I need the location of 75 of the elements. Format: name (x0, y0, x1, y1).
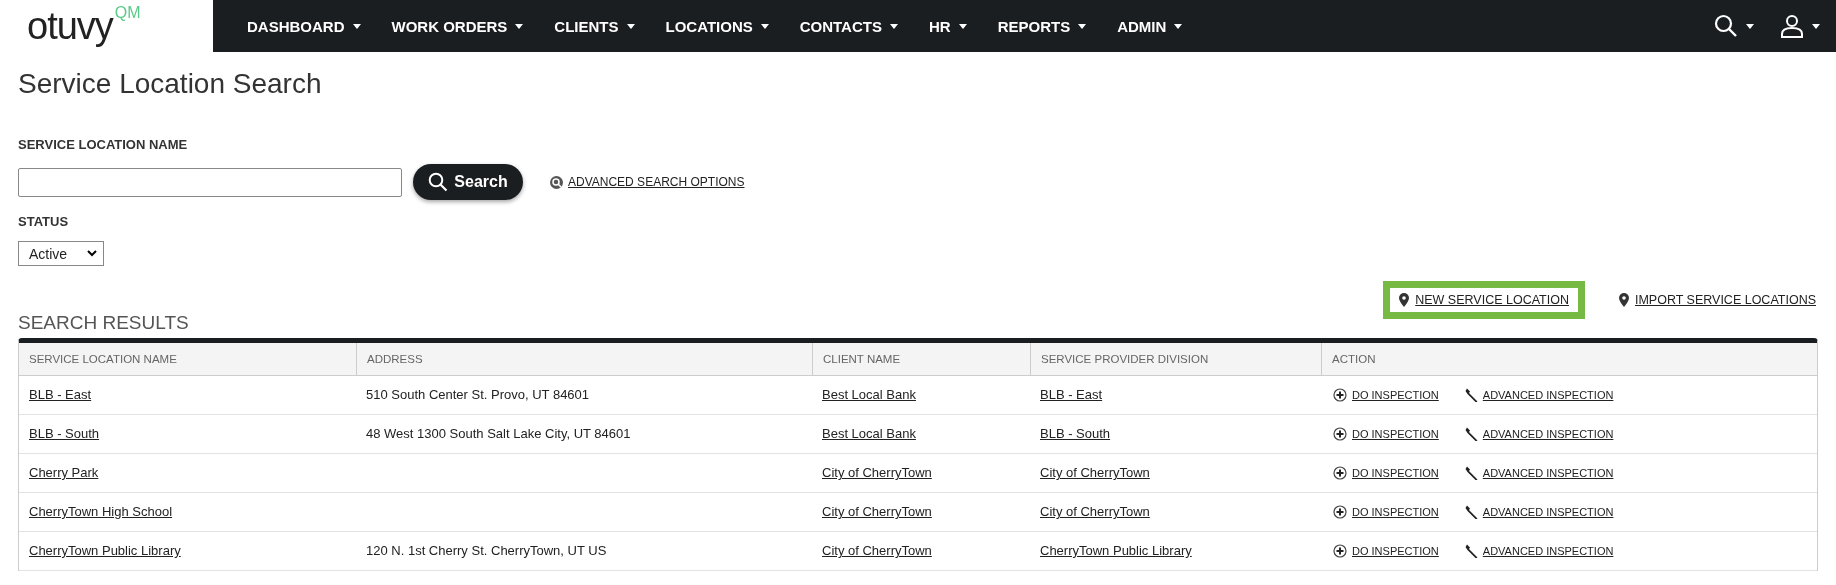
advanced-inspection-link[interactable]: ADVANCED INSPECTION (1464, 505, 1614, 519)
action-link[interactable]: IMPORT SERVICE LOCATIONS (1634, 293, 1816, 307)
field-label: SERVICE LOCATION NAME (18, 137, 189, 152)
do-inspection-link[interactable]: DO INSPECTION (1333, 505, 1439, 519)
caret-icon (889, 23, 898, 29)
map-pin-icon (1399, 293, 1410, 307)
search-button[interactable]: Search (413, 164, 523, 200)
table-cell: 120 N. 1st Cherry St. CherryTown, UT US (366, 543, 607, 558)
do-inspection-link[interactable]: DO INSPECTION (1333, 427, 1439, 441)
caret-icon (352, 23, 361, 29)
search-field[interactable] (18, 167, 402, 197)
table-link[interactable]: BLB - South (1040, 426, 1111, 441)
advanced-inspection-link[interactable]: ADVANCED INSPECTION (1464, 388, 1614, 402)
table-link[interactable]: City of CherryTown (822, 504, 932, 519)
nav-menu-item[interactable]: CONTACTS (782, 11, 912, 41)
table-link[interactable]: BLB - South (29, 426, 100, 441)
caret-icon (1174, 23, 1183, 29)
logo-text: otuvy (27, 7, 113, 45)
caret-icon (1812, 23, 1820, 29)
column-header: ADDRESS (356, 343, 812, 375)
nav-menu-item[interactable]: REPORTS (980, 11, 1101, 41)
do-inspection-link[interactable]: DO INSPECTION (1333, 388, 1439, 402)
section-title: SEARCH RESULTS (18, 311, 190, 335)
table-link[interactable]: City of CherryTown (822, 543, 932, 558)
plus-circle-icon (1333, 427, 1347, 441)
caret-icon (1078, 23, 1087, 29)
advanced-search-link[interactable]: ADVANCED SEARCH OPTIONS (550, 175, 745, 189)
caret-icon (958, 23, 967, 29)
table-link[interactable]: City of CherryTown (1040, 465, 1150, 480)
table-link[interactable]: Best Local Bank (822, 387, 916, 402)
table-link[interactable]: City of CherryTown (822, 465, 932, 480)
column-header: CLIENT NAME (812, 343, 1030, 375)
table-link[interactable]: CherryTown Public Library (1040, 543, 1192, 558)
advanced-inspection-link[interactable]: ADVANCED INSPECTION (1464, 544, 1614, 558)
nav-menu-item[interactable]: ADMIN (1100, 11, 1197, 41)
table-link[interactable]: BLB - East (29, 387, 92, 402)
nav-menu-item[interactable]: WORK ORDERS (374, 11, 538, 41)
table-cell: 510 South Center St. Provo, UT 84601 (366, 387, 590, 402)
caret-icon (515, 23, 524, 29)
search-icon[interactable] (1714, 14, 1738, 38)
logo-mark: QM (114, 4, 141, 22)
chevron-icon (87, 250, 97, 257)
table-link[interactable]: City of CherryTown (1040, 504, 1150, 519)
table-cell: 48 West 1300 South Salt Lake City, UT 84601 (366, 426, 631, 441)
column-header: ACTION (1321, 343, 1817, 375)
table-link[interactable]: Best Local Bank (822, 426, 916, 441)
table-link[interactable]: BLB - East (1040, 387, 1103, 402)
nav-menu-item[interactable]: HR (911, 11, 981, 41)
do-inspection-link[interactable]: DO INSPECTION (1333, 544, 1439, 558)
table-link[interactable]: CherryTown Public Library (29, 543, 181, 558)
table-link[interactable]: Cherry Park (29, 465, 99, 480)
plus-circle-icon (1333, 466, 1347, 480)
caret-icon (1746, 23, 1754, 29)
caret-icon (760, 23, 769, 29)
plus-circle-icon (1333, 388, 1347, 402)
advanced-inspection-link[interactable]: ADVANCED INSPECTION (1464, 466, 1614, 480)
plus-circle-icon (1333, 544, 1347, 558)
action-link[interactable]: NEW SERVICE LOCATION (1415, 293, 1569, 307)
column-header: SERVICE PROVIDER DIVISION (1030, 343, 1321, 375)
do-inspection-link[interactable]: DO INSPECTION (1333, 466, 1439, 480)
field-label: STATUS (18, 214, 70, 229)
search-icon (550, 175, 563, 189)
map-pin-icon (1618, 293, 1629, 307)
nav-menu-item[interactable]: DASHBOARD (230, 11, 375, 41)
plus-circle-icon (1333, 505, 1347, 519)
status-dropdown[interactable]: Active (18, 241, 104, 266)
page-title: Service Location Search (18, 67, 323, 101)
caret-icon (626, 23, 635, 29)
user-icon[interactable] (1780, 14, 1804, 38)
table-link[interactable]: CherryTown High School (29, 504, 173, 519)
column-header: SERVICE LOCATION NAME (28, 352, 178, 367)
advanced-inspection-link[interactable]: ADVANCED INSPECTION (1464, 427, 1614, 441)
search-icon (428, 172, 449, 192)
nav-menu-item[interactable]: LOCATIONS (648, 11, 783, 41)
nav-menu-item[interactable]: CLIENTS (537, 11, 649, 41)
